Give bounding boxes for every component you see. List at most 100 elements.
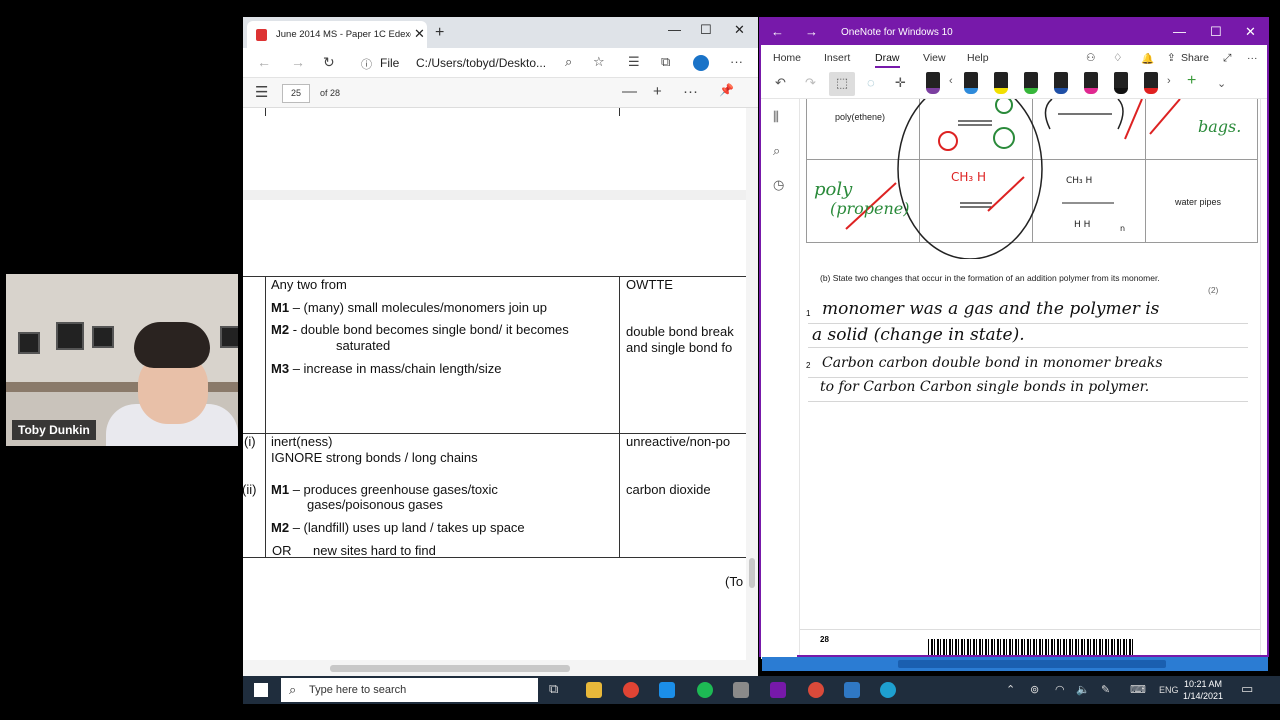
refresh-icon[interactable]: ↻ xyxy=(323,54,335,71)
eraser-icon[interactable]: ◌ xyxy=(867,75,875,90)
chevron-left-icon[interactable]: ‹ xyxy=(949,75,953,87)
onenote-icon[interactable] xyxy=(770,682,786,698)
expand-icon[interactable]: ⤢ xyxy=(1223,52,1231,65)
minimize-button[interactable]: — xyxy=(668,22,681,37)
windows-start-icon[interactable] xyxy=(254,683,268,697)
wifi-icon[interactable]: ◠ xyxy=(1055,683,1065,696)
answer-number-1: 1 xyxy=(806,309,811,318)
menu-draw[interactable]: Draw xyxy=(875,52,900,68)
tab-pdf[interactable]: June 2014 MS - Paper 1C Edexcel ✕ xyxy=(247,21,427,48)
pen-icon[interactable]: ✎ xyxy=(1101,683,1110,696)
highlighter-yellow-icon[interactable] xyxy=(994,72,1008,94)
undo-icon[interactable]: ↶ xyxy=(775,75,786,91)
ruler-icon[interactable]: ✛ xyxy=(895,75,906,91)
zoom-search-icon[interactable]: ⌕ xyxy=(565,54,572,70)
note-canvas[interactable]: poly(ethene) water pipes CH₃ H CH₃ H H H… xyxy=(799,99,1261,655)
new-tab-button[interactable]: + xyxy=(435,24,444,42)
pen-red-icon[interactable] xyxy=(1144,72,1158,94)
more-icon[interactable]: ··· xyxy=(1247,52,1258,64)
minimize-button[interactable]: — xyxy=(1173,24,1186,39)
pen-pink-icon[interactable] xyxy=(1084,72,1098,94)
edge-icon[interactable] xyxy=(880,682,896,698)
maximize-button[interactable]: ☐ xyxy=(1210,24,1222,40)
vertical-scrollbar[interactable] xyxy=(746,108,758,677)
pen-darkblue-icon[interactable] xyxy=(1054,72,1068,94)
back-icon[interactable]: ← xyxy=(771,24,784,39)
bell-icon[interactable]: 🔔 xyxy=(1141,52,1154,65)
chevron-right-icon[interactable]: › xyxy=(1167,75,1171,87)
settings-more-icon[interactable]: ··· xyxy=(730,54,743,69)
ms-m2-label: M2 xyxy=(271,322,290,337)
zoom-in-button[interactable]: + xyxy=(653,83,662,100)
address-field[interactable]: ⓘ File C:/Users/tobyd/Deskto... xyxy=(351,52,586,74)
close-window-button[interactable]: ✕ xyxy=(734,22,745,38)
keyboard-icon[interactable]: ⌨ xyxy=(1130,683,1146,696)
notebooks-icon[interactable]: ⫼ xyxy=(773,109,779,125)
store-icon[interactable] xyxy=(659,682,675,698)
close-window-button[interactable]: ✕ xyxy=(1245,24,1256,40)
photos-icon[interactable] xyxy=(844,682,860,698)
profile-icon[interactable] xyxy=(693,55,709,71)
sync-icon[interactable]: ⚇ xyxy=(1086,52,1095,64)
menu-view[interactable]: View xyxy=(923,52,946,64)
more-tools-button[interactable]: ··· xyxy=(683,83,698,100)
onenote-bottom-bar xyxy=(762,657,1268,671)
menu-home[interactable]: Home xyxy=(773,52,801,64)
network-icon[interactable]: ⊚ xyxy=(1030,683,1039,696)
horizontal-scroll-thumb[interactable] xyxy=(898,660,1166,668)
app-icon[interactable] xyxy=(733,682,749,698)
spotify-icon[interactable] xyxy=(697,682,713,698)
maximize-button[interactable]: ☐ xyxy=(700,22,712,38)
favorites-icon[interactable]: ☰ xyxy=(628,54,640,70)
recent-icon[interactable]: ◷ xyxy=(773,177,784,193)
file-explorer-icon[interactable] xyxy=(586,682,602,698)
chevron-up-icon[interactable]: ⌃ xyxy=(1006,683,1015,696)
zoom-out-button[interactable]: — xyxy=(622,83,637,100)
menu-help[interactable]: Help xyxy=(967,52,989,64)
pdf-page-25: Any two from OWTTE M1 – (many) small mol… xyxy=(243,200,746,660)
clock-date: 1/14/2021 xyxy=(1183,691,1224,701)
pen-blue-icon[interactable] xyxy=(964,72,978,94)
wall-picture xyxy=(18,332,40,354)
chemistry-ink-drawing: CH₃ H CH₃ H H H n xyxy=(845,99,1181,259)
forward-icon[interactable]: → xyxy=(805,24,818,39)
chevron-down-icon[interactable]: ⌄ xyxy=(1217,77,1226,90)
redo-icon[interactable]: ↷ xyxy=(805,75,816,91)
back-icon[interactable]: ← xyxy=(257,54,271,70)
favorite-star-icon[interactable]: ☆ xyxy=(593,54,605,70)
taskbar-search[interactable]: ⌕ Type here to search xyxy=(281,678,538,702)
volume-icon[interactable]: 🔈 xyxy=(1076,683,1090,696)
menu-insert[interactable]: Insert xyxy=(824,52,850,64)
ink-propene: (propene) xyxy=(830,199,910,218)
pin-icon[interactable]: 📌 xyxy=(719,83,734,97)
chrome-icon[interactable] xyxy=(623,682,639,698)
svg-text:CH₃ H: CH₃ H xyxy=(1066,176,1092,186)
ms-ii-m1: M1 – produces greenhouse gases/toxic xyxy=(271,482,498,498)
notifications-icon[interactable]: ▭ xyxy=(1241,681,1253,697)
scroll-thumb[interactable] xyxy=(749,558,755,588)
lightbulb-icon[interactable]: ♢ xyxy=(1113,52,1122,64)
search-icon[interactable]: ⌕ xyxy=(773,143,780,159)
collections-icon[interactable]: ⧉ xyxy=(661,54,670,70)
ms-inert: inert(ness) xyxy=(271,434,333,449)
scroll-thumb[interactable] xyxy=(330,665,570,672)
ms-unreactive: unreactive/non-po xyxy=(626,434,731,449)
task-view-icon[interactable]: ⧉ xyxy=(549,681,558,697)
contents-icon[interactable]: ☰ xyxy=(255,83,268,101)
clock[interactable]: 10:21 AM 1/14/2021 xyxy=(1183,678,1223,702)
highlighter-green-icon[interactable] xyxy=(1024,72,1038,94)
ink-poly: poly xyxy=(814,179,853,200)
pen-black2-icon[interactable] xyxy=(1114,72,1128,94)
share-button[interactable]: Share xyxy=(1181,52,1209,64)
add-pen-icon[interactable]: + xyxy=(1187,72,1196,90)
pen-black-icon[interactable] xyxy=(926,72,940,94)
chrome-profile-icon[interactable] xyxy=(808,682,824,698)
close-tab-icon[interactable]: ✕ xyxy=(414,26,425,42)
lasso-select-icon[interactable]: ⬚ xyxy=(829,72,855,96)
share-icon[interactable]: ⇪ xyxy=(1167,52,1176,64)
forward-icon[interactable]: → xyxy=(291,54,305,70)
ms-any-two: Any two from xyxy=(271,277,347,292)
horizontal-scrollbar[interactable] xyxy=(243,660,746,677)
page-number-input[interactable]: 25 xyxy=(282,84,310,103)
language-indicator[interactable]: ENG xyxy=(1159,685,1179,695)
